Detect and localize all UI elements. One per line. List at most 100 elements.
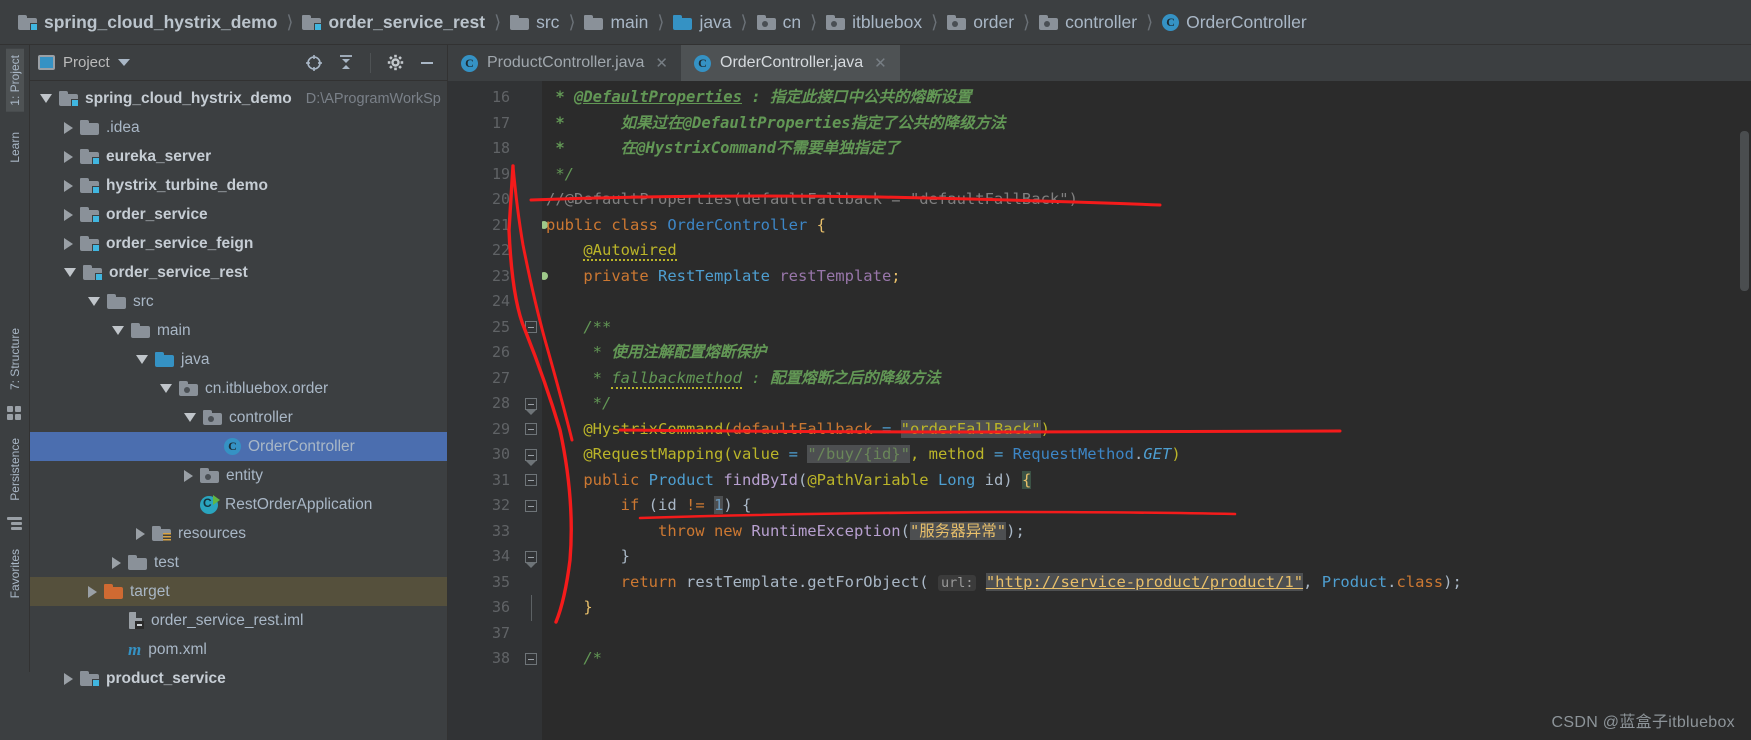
fold-marker[interactable]: [520, 366, 542, 392]
locate-icon[interactable]: [302, 51, 326, 75]
fold-marker[interactable]: [520, 442, 542, 468]
line-number[interactable]: 30: [448, 442, 520, 468]
line-number[interactable]: 19: [448, 162, 520, 188]
breadcrumb-item-main[interactable]: main: [580, 12, 652, 33]
fold-marker[interactable]: [520, 493, 542, 519]
line-number[interactable]: 31: [448, 468, 534, 502]
code-line[interactable]: @RequestMapping(value = "/buy/{id}", met…: [546, 442, 1751, 468]
fold-marker[interactable]: [520, 315, 542, 341]
fold-marker[interactable]: [520, 621, 542, 647]
code-line[interactable]: public Product findById(@PathVariable Lo…: [546, 468, 1751, 494]
breadcrumb-item-cn[interactable]: cn: [753, 12, 805, 33]
code-line[interactable]: [546, 621, 1751, 647]
expand-arrow-icon[interactable]: [112, 556, 121, 569]
close-icon[interactable]: ✕: [874, 54, 887, 72]
tree-item-main[interactable]: main: [30, 316, 447, 345]
code-line[interactable]: * 在@HystrixCommand不需要单独指定了: [546, 136, 1751, 162]
line-number[interactable]: 27: [448, 366, 520, 392]
source-code[interactable]: * @DefaultProperties : 指定此接口中公共的熔断设置 * 如…: [542, 81, 1751, 740]
sidebar-item-favorites[interactable]: Favorites: [6, 543, 24, 604]
breadcrumb-item-project[interactable]: spring_cloud_hystrix_demo: [14, 12, 281, 33]
line-number[interactable]: 34: [448, 544, 520, 570]
fold-collapse-icon[interactable]: [525, 652, 537, 665]
code-line[interactable]: private RestTemplate restTemplate;: [546, 264, 1751, 290]
fold-region-icon[interactable]: [525, 550, 537, 568]
line-number[interactable]: 26: [448, 340, 520, 366]
grid-icon[interactable]: [6, 406, 23, 422]
tree-item-product-service[interactable]: product_service: [30, 664, 447, 693]
code-line[interactable]: * @DefaultProperties : 指定此接口中公共的熔断设置: [546, 85, 1751, 111]
tree-item-cn-itbluebox-order[interactable]: cn.itbluebox.order: [30, 374, 447, 403]
line-number[interactable]: 25: [448, 315, 520, 341]
tree-item-test[interactable]: test: [30, 548, 447, 577]
expand-arrow-icon[interactable]: [64, 237, 73, 250]
collapse-arrow-icon[interactable]: [40, 94, 52, 103]
code-line[interactable]: @HystrixCommand(defaultFallback = "order…: [546, 417, 1751, 443]
fold-collapse-icon[interactable]: [525, 321, 537, 334]
tree-item-order-service-rest-iml[interactable]: order_service_rest.iml: [30, 606, 447, 635]
scrollbar-thumb[interactable]: [1740, 131, 1749, 291]
tree-item-ordercontroller[interactable]: C OrderController: [30, 432, 447, 461]
line-number[interactable]: 28: [448, 391, 520, 417]
hide-panel-icon[interactable]: [415, 51, 439, 75]
fold-marker[interactable]: [520, 85, 542, 111]
line-number[interactable]: 38: [448, 646, 520, 672]
code-line[interactable]: if (id != 1) {: [546, 493, 1751, 519]
code-line[interactable]: }: [546, 544, 1751, 570]
project-tree[interactable]: spring_cloud_hystrix_demo D:\AProgramWork…: [30, 81, 447, 740]
breadcrumb-item-class[interactable]: C OrderController: [1158, 12, 1311, 33]
fold-marker[interactable]: [520, 111, 542, 137]
code-line[interactable]: /**: [546, 315, 1751, 341]
tree-item-order-service-rest[interactable]: order_service_rest: [30, 258, 447, 287]
collapse-arrow-icon[interactable]: [136, 355, 148, 364]
fold-marker[interactable]: [520, 162, 542, 188]
line-number[interactable]: 16: [448, 85, 520, 111]
settings-gear-icon[interactable]: [383, 51, 407, 75]
fold-marker[interactable]: [520, 544, 542, 570]
fold-collapse-icon[interactable]: [525, 474, 537, 487]
code-line[interactable]: /*: [546, 646, 1751, 672]
expand-arrow-icon[interactable]: [64, 121, 73, 134]
line-number[interactable]: 35: [448, 570, 520, 596]
line-number[interactable]: 23➞: [448, 264, 537, 293]
breadcrumb-item-order[interactable]: order: [943, 12, 1018, 33]
fold-marker[interactable]: [520, 519, 542, 545]
fold-collapse-icon[interactable]: [525, 499, 537, 512]
line-number[interactable]: 24: [448, 289, 520, 315]
breadcrumb-item-module[interactable]: order_service_rest: [298, 12, 489, 33]
sidebar-item-structure[interactable]: 7: Structure: [6, 322, 24, 396]
tree-item-resources[interactable]: resources: [30, 519, 447, 548]
fold-marker[interactable]: [520, 289, 542, 315]
editor-tab-ordercontroller[interactable]: C OrderController.java ✕: [681, 45, 900, 81]
expand-arrow-icon[interactable]: [64, 150, 73, 163]
fold-marker[interactable]: [520, 264, 542, 290]
collapse-arrow-icon[interactable]: [184, 413, 196, 422]
line-number[interactable]: 36: [448, 595, 520, 621]
tree-item-order-service[interactable]: order_service: [30, 200, 447, 229]
expand-arrow-icon[interactable]: [88, 585, 97, 598]
expand-arrow-icon[interactable]: [64, 179, 73, 192]
fold-marker[interactable]: [520, 187, 542, 213]
code-line[interactable]: */: [546, 162, 1751, 188]
sidebar-item-learn[interactable]: Learn: [6, 126, 24, 169]
code-line[interactable]: throw new RuntimeException("服务器异常");: [546, 519, 1751, 545]
line-number[interactable]: 33: [448, 519, 520, 545]
collapse-arrow-icon[interactable]: [112, 326, 124, 335]
code-line[interactable]: }: [546, 595, 1751, 621]
tree-item-order-service-feign[interactable]: order_service_feign: [30, 229, 447, 258]
fold-marker[interactable]: [520, 391, 542, 417]
code-folding-gutter[interactable]: [520, 81, 542, 740]
tree-item-src[interactable]: src: [30, 287, 447, 316]
tree-item--idea[interactable]: .idea: [30, 113, 447, 142]
expand-arrow-icon[interactable]: [184, 469, 193, 482]
code-line[interactable]: return restTemplate.getForObject( url: "…: [546, 570, 1751, 596]
collapse-arrow-icon[interactable]: [160, 384, 172, 393]
chevron-down-icon[interactable]: [117, 59, 130, 66]
expand-arrow-icon[interactable]: [136, 527, 145, 540]
breadcrumb-item-controller[interactable]: controller: [1035, 12, 1141, 33]
code-line[interactable]: @Autowired: [546, 238, 1751, 264]
line-number[interactable]: 22: [448, 238, 520, 264]
tree-item-entity[interactable]: entity: [30, 461, 447, 490]
expand-arrow-icon[interactable]: [64, 672, 73, 685]
line-number[interactable]: 32: [448, 493, 520, 519]
